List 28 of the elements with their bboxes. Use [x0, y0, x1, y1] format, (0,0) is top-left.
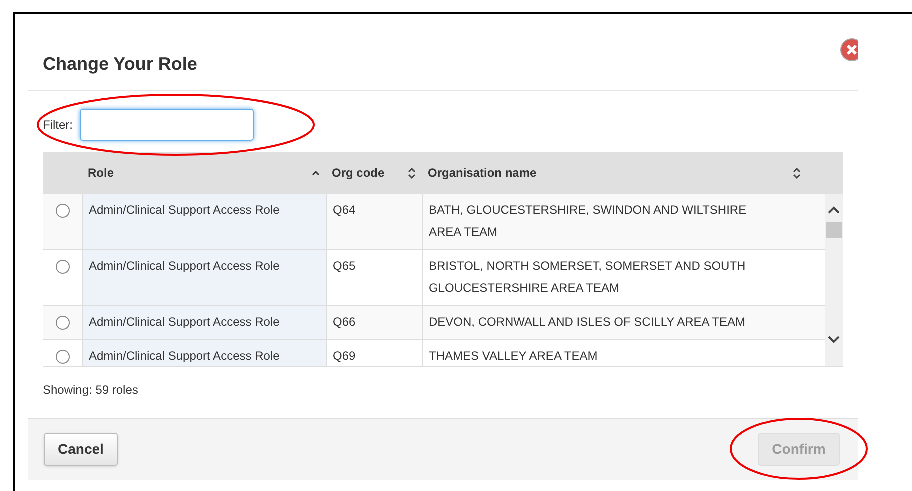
radio-button[interactable]: [56, 204, 70, 218]
radio-button[interactable]: [56, 350, 70, 364]
column-header[interactable]: Org code: [326, 152, 422, 194]
scrollbar[interactable]: [825, 194, 843, 366]
table-cell: Admin/Clinical Support Access Role: [82, 340, 326, 366]
scroll-down-icon[interactable]: [828, 336, 840, 344]
role-count: Showing: 59 roles: [42, 382, 140, 399]
table-cell: Q69: [326, 340, 422, 366]
scrollbar-thumb[interactable]: [826, 222, 842, 238]
table-cell: Q64: [326, 194, 422, 249]
table-cell: DEVON, CORNWALL AND ISLES OF SCILLY AREA TEAM: [422, 306, 807, 339]
cancel-button[interactable]: Cancel: [44, 433, 118, 466]
radio-button[interactable]: [56, 260, 70, 274]
table-cell: Admin/Clinical Support Access Role: [82, 306, 326, 339]
scroll-up-icon[interactable]: [828, 206, 840, 214]
table-cell: Q65: [326, 250, 422, 305]
filter-label: Filter:: [43, 116, 73, 134]
table-cell: Admin/Clinical Support Access Role: [82, 250, 326, 305]
table-cell: Q66: [326, 306, 422, 339]
table-cell: BRISTOL, NORTH SOMERSET, SOMERSET AND SOUTH GLOUCESTERSHIRE AREA TEAM: [422, 250, 807, 305]
radio-button[interactable]: [56, 316, 70, 330]
table-cell: THAMES VALLEY AREA TEAM: [422, 340, 807, 366]
column-header[interactable]: Organisation name: [422, 152, 807, 194]
dialog-title: Change Your Role: [43, 53, 198, 76]
filter-field[interactable]: [80, 108, 254, 140]
column-header[interactable]: Role: [82, 152, 326, 194]
table-cell: Admin/Clinical Support Access Role: [82, 194, 326, 249]
table-cell: BATH, GLOUCESTERSHIRE, SWINDON AND WILTSHIRE AREA TEAM: [422, 194, 807, 249]
